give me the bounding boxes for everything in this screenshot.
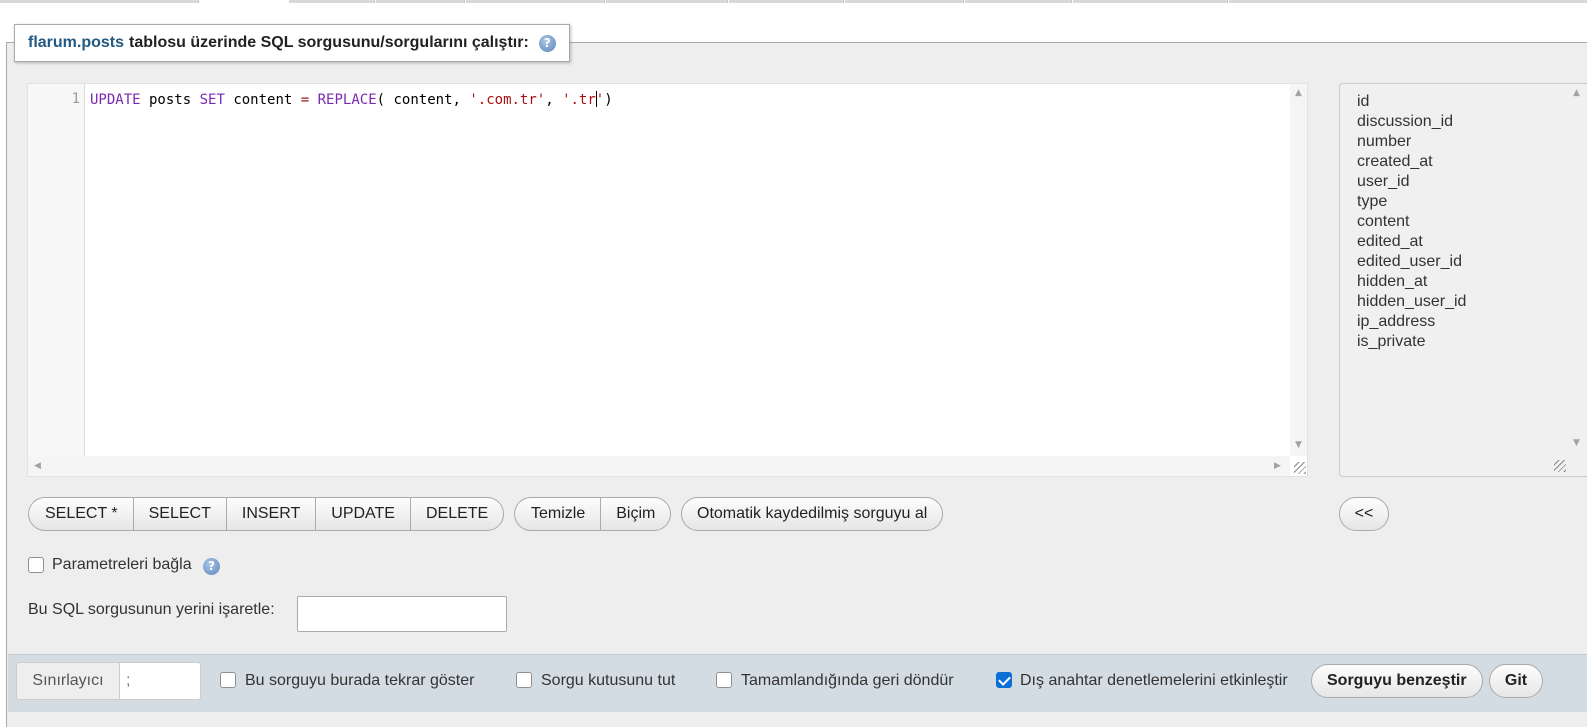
help-icon[interactable]: ? [203,558,220,575]
help-icon[interactable]: ? [538,34,556,52]
delimiter-input[interactable]: ; [119,662,201,700]
column-item[interactable]: content [1357,212,1409,232]
column-item[interactable]: hidden_at [1357,272,1427,292]
tab[interactable] [729,0,844,3]
rollback-checkbox[interactable] [716,672,732,688]
line-number: 1 [71,91,80,107]
text-token: ( content, [376,92,470,108]
show-query-label: Bu sorguyu burada tekrar göster [245,672,475,689]
help-icon-wrapper: ? [193,557,220,575]
retain-query-box-label: Sorgu kutusunu tut [541,672,676,689]
tab[interactable] [289,0,375,3]
column-item[interactable]: type [1357,192,1387,212]
rollback-label: Tamamlandığında geri döndür [741,672,954,689]
delete-button[interactable]: DELETE [409,497,505,531]
scroll-up-icon[interactable]: ▲ [1295,88,1302,98]
column-item[interactable]: edited_at [1357,232,1423,252]
text-token: ) [604,92,613,108]
string-token: ' [595,92,605,108]
operator-token: = [300,92,310,108]
line-number-gutter: 1 [28,84,85,456]
legend-title: tablosu üzerinde SQL sorgusunu/sorguları… [129,34,529,51]
column-item[interactable]: number [1357,132,1411,152]
scroll-up-icon[interactable]: ▲ [1573,88,1580,98]
query-template-buttons: SELECT * SELECT INSERT UPDATE DELETE [28,497,505,531]
select-button[interactable]: SELECT [132,497,226,531]
column-item[interactable]: discussion_id [1357,112,1453,132]
editor-vertical-scrollbar[interactable]: ▲ ▼ [1290,84,1307,456]
scroll-down-icon[interactable]: ▼ [1573,438,1580,448]
string-token: '.com.tr' [469,92,546,108]
resize-grip-icon[interactable] [1294,462,1306,474]
format-buttons: Temizle Biçim [514,497,672,531]
keyword-token: REPLACE [317,92,377,108]
tab[interactable] [376,0,465,3]
bookmark-label: Bu SQL sorgusunun yerini işaretle: [28,601,275,618]
column-item[interactable]: id [1357,92,1369,112]
update-button[interactable]: UPDATE [315,497,410,531]
tab[interactable] [845,0,964,3]
insert-button[interactable]: INSERT [225,497,316,531]
tab[interactable] [965,0,1072,3]
get-autosaved-query-button[interactable]: Otomatik kaydedilmiş sorguyu al [681,497,944,531]
string-token: '.tr [562,92,596,108]
foreign-key-checks-label: Dış anahtar denetlemelerini etkinleştir [1020,672,1288,689]
column-item[interactable]: user_id [1357,172,1409,192]
resize-grip-icon[interactable] [1554,460,1566,472]
column-list-scrollbar[interactable]: ▲ ▼ [1567,84,1587,476]
column-item[interactable]: edited_user_id [1357,252,1462,272]
tab[interactable] [1229,0,1587,3]
scroll-down-icon[interactable]: ▼ [1295,440,1302,450]
retain-query-box-checkbox[interactable] [516,672,532,688]
clear-button[interactable]: Temizle [514,497,601,531]
tab[interactable] [606,0,728,3]
text-token: content [224,92,301,108]
column-item[interactable]: hidden_user_id [1357,292,1466,312]
tab[interactable] [0,0,199,3]
scroll-left-icon[interactable]: ◀ [34,461,41,471]
editor-horizontal-scrollbar[interactable]: ◀ ▶ [28,456,1290,476]
bind-parameters-label: Parametreleri bağla [52,556,192,573]
insert-column-button[interactable]: << [1339,497,1389,531]
scroll-right-icon[interactable]: ▶ [1274,461,1281,471]
tab[interactable] [466,0,605,3]
delimiter-label: Sınırlayıcı [16,662,119,700]
panel-legend: flarum.posts tablosu üzerinde SQL sorgus… [14,24,570,62]
keyword-token: SET [199,92,225,108]
bind-parameters-checkbox[interactable] [28,557,44,573]
foreign-key-checks-checkbox[interactable] [996,672,1012,688]
keyword-token: UPDATE [90,92,141,108]
column-item[interactable]: is_private [1357,332,1425,352]
table-name-link[interactable]: flarum.posts [28,34,124,52]
sql-code-line[interactable]: UPDATE posts SET content = REPLACE( cont… [90,90,613,110]
text-token: , [545,92,563,108]
select-all-button[interactable]: SELECT * [28,497,133,531]
simulate-query-button[interactable]: Sorguyu benzeştir [1311,664,1483,698]
tab[interactable] [1073,0,1228,3]
text-token: posts [140,92,200,108]
go-button[interactable]: Git [1489,664,1543,698]
sql-editor[interactable]: 1 UPDATE posts SET content = REPLACE( co… [27,83,1308,477]
column-item[interactable]: created_at [1357,152,1433,172]
bookmark-input[interactable] [297,596,507,632]
format-button[interactable]: Biçim [600,497,672,531]
top-tab-strip [0,0,1587,3]
show-query-checkbox[interactable] [220,672,236,688]
column-item[interactable]: ip_address [1357,312,1435,332]
table-columns-list[interactable]: id discussion_id number created_at user_… [1339,83,1587,477]
